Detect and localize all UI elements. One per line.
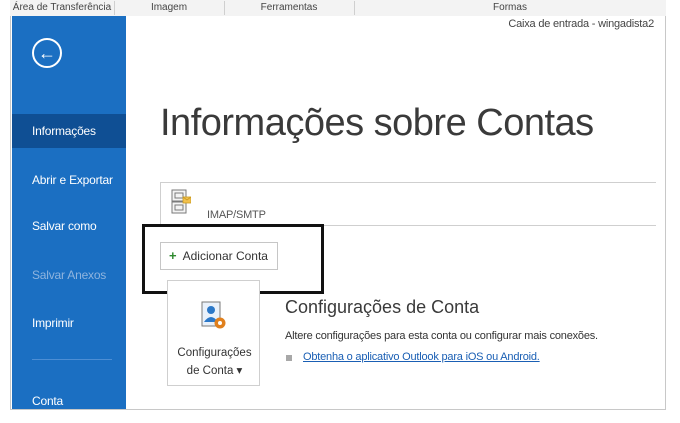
sidebar-item-salvar-como[interactable]: Salvar como	[12, 209, 126, 243]
account-settings-icon	[201, 301, 226, 329]
account-settings-label-line2: de Conta ▾	[186, 365, 243, 377]
ribbon-group-labels: Área de Transferência Imagem Ferramentas…	[10, 0, 666, 17]
account-settings-description: Altere configurações para esta conta ou …	[285, 330, 598, 342]
ribbon-group-tools: Ferramentas	[224, 1, 355, 15]
ribbon-group-shapes: Formas	[493, 2, 527, 13]
page-title: Informações sobre Contas	[160, 102, 594, 144]
account-selector[interactable]: IMAP/SMTP	[160, 182, 656, 226]
sidebar-item-abrir-exportar[interactable]: Abrir e Exportar	[12, 163, 126, 197]
account-settings-title: Configurações de Conta	[285, 297, 480, 317]
bullet-icon	[286, 355, 292, 361]
ribbon-group-clipboard: Área de Transferência	[10, 1, 115, 15]
sidebar-item-salvar-anexos: Salvar Anexos	[32, 268, 107, 282]
sidebar-item-conta[interactable]: Conta	[12, 384, 126, 418]
account-settings-button[interactable]: Configurações de Conta ▾	[167, 280, 260, 386]
back-arrow-icon[interactable]: ←	[32, 38, 62, 68]
sidebar-item-informacoes[interactable]: Informações	[12, 114, 126, 148]
email-account-icon	[171, 189, 191, 214]
ribbon-group-image: Imagem	[114, 1, 225, 15]
window-title: Caixa de entrada - wingadista2	[508, 18, 654, 30]
backstage-sidebar: ← Informações Abrir e Exportar Salvar co…	[12, 16, 126, 409]
account-settings-label-line1: Configurações	[177, 347, 252, 359]
sidebar-divider	[32, 359, 112, 360]
sidebar-item-imprimir[interactable]: Imprimir	[12, 306, 126, 340]
outlook-mobile-link[interactable]: Obtenha o aplicativo Outlook para iOS ou…	[303, 351, 540, 363]
account-type-label: IMAP/SMTP	[207, 209, 266, 221]
